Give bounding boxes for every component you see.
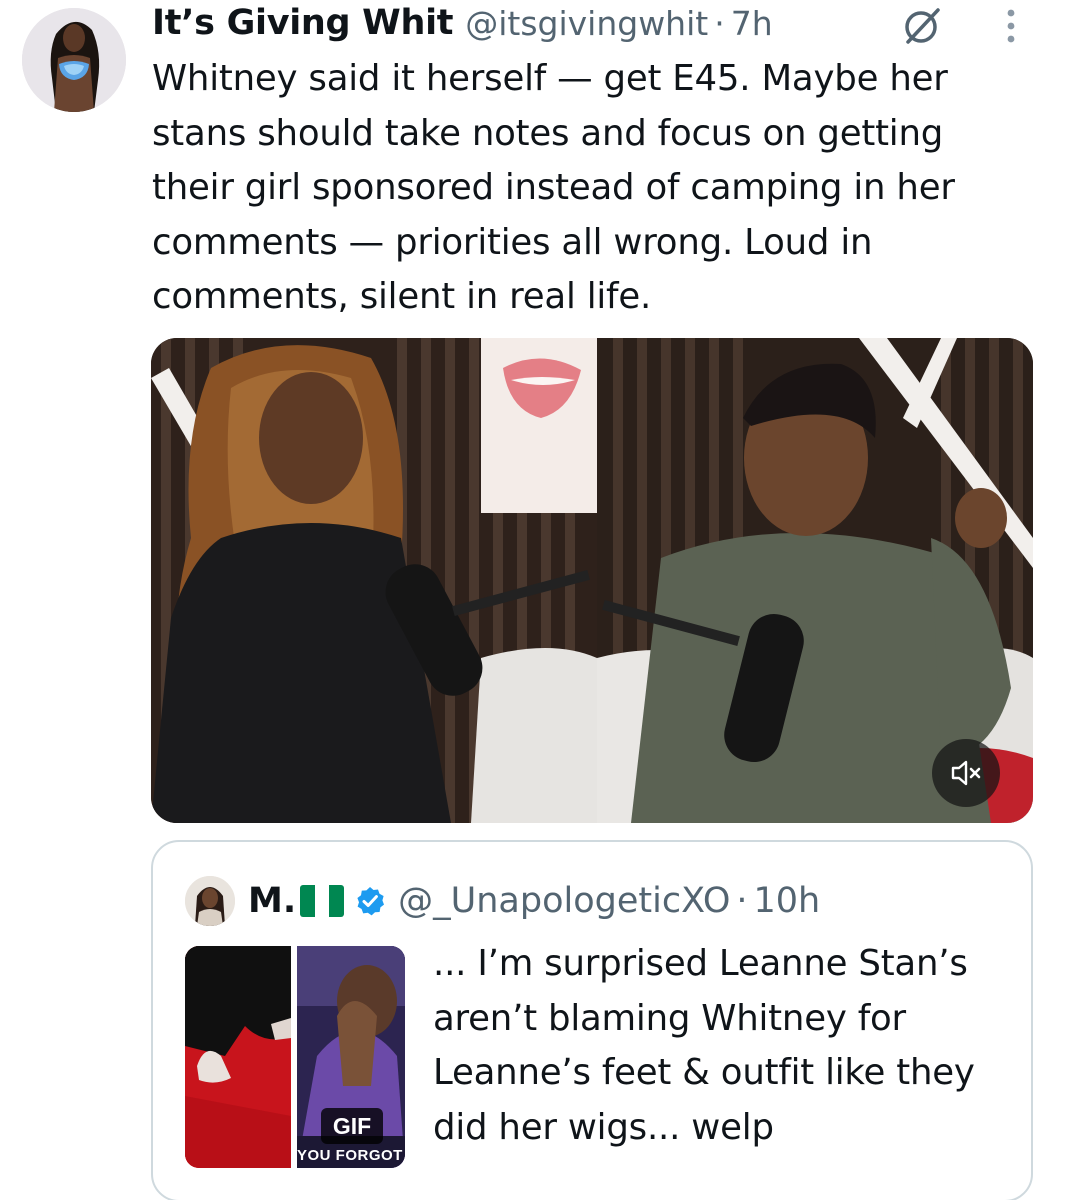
nigeria-flag-icon: [300, 885, 345, 917]
author-avatar[interactable]: [22, 8, 126, 112]
quoted-media-image[interactable]: [185, 946, 291, 1168]
tweet-timestamp[interactable]: 7h: [731, 4, 773, 43]
quoted-tweet-header: M. @_UnapologeticXO · 10h: [248, 874, 820, 928]
mute-toggle-button[interactable]: [932, 739, 1000, 807]
quoted-author-handle[interactable]: @_UnapologeticXO: [398, 881, 730, 921]
avatar-image: [22, 8, 126, 112]
tweet-header: It’s Giving Whit @itsgivingwhit · 7h: [152, 0, 773, 46]
more-vertical-icon[interactable]: [1000, 6, 1022, 46]
quoted-author-display-name[interactable]: M.: [248, 881, 296, 921]
quoted-header-separator: ·: [736, 881, 748, 921]
verified-badge-icon: [357, 887, 385, 916]
author-handle[interactable]: @itsgivingwhit: [465, 4, 708, 43]
gif-caption-text: YOU FORGOT I: [297, 1147, 405, 1164]
quoted-tweet-text: ... I’m surprised Leanne Stan’s aren’t b…: [433, 943, 975, 1148]
quoted-author-avatar[interactable]: [185, 876, 235, 926]
author-display-name[interactable]: It’s Giving Whit: [152, 3, 454, 43]
quoted-image-frame: [185, 946, 291, 1168]
grok-icon[interactable]: [900, 4, 944, 48]
header-separator: ·: [714, 3, 725, 43]
gif-badge: GIF: [321, 1108, 383, 1144]
tweet-video[interactable]: [151, 338, 1033, 823]
video-frame: [151, 338, 1033, 823]
tweet-text: Whitney said it herself — get E45. Maybe…: [152, 58, 955, 317]
volume-muted-icon: [951, 760, 981, 786]
quoted-tweet-timestamp[interactable]: 10h: [754, 881, 821, 921]
quoted-avatar-image: [185, 876, 235, 926]
